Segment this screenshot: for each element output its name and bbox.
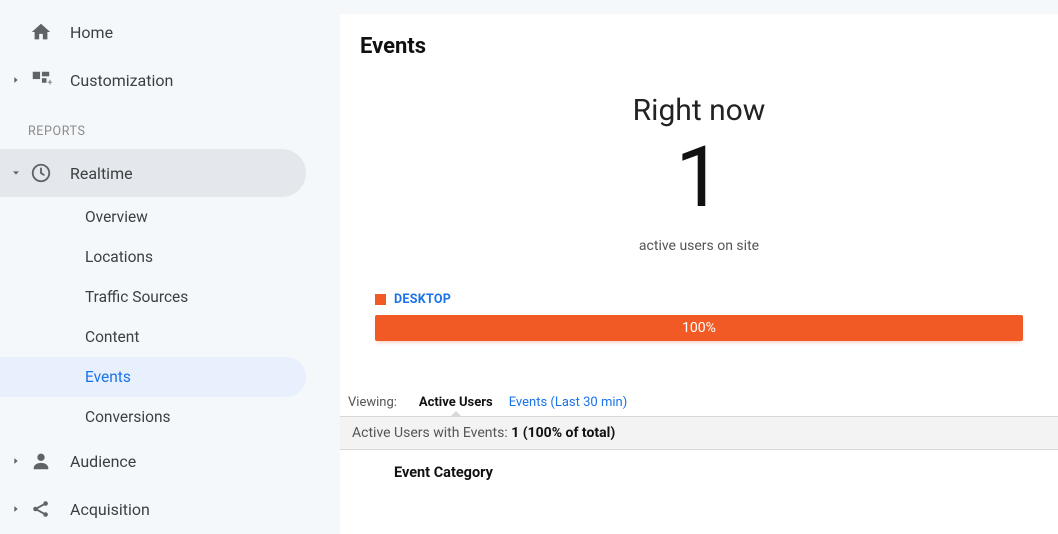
subnav-label: Conversions xyxy=(85,408,171,426)
active-user-subtext: active users on site xyxy=(340,238,1058,254)
nav-audience[interactable]: Audience xyxy=(0,437,340,485)
subnav-label: Locations xyxy=(85,248,153,266)
person-icon xyxy=(26,450,70,472)
tab-label: Active Users xyxy=(419,395,493,410)
subnav-conversions[interactable]: Conversions xyxy=(0,397,340,437)
nav-acquisition[interactable]: Acquisition xyxy=(0,485,340,533)
page-title: Events xyxy=(340,14,1058,59)
active-user-count: 1 xyxy=(340,136,1058,220)
subnav-label: Traffic Sources xyxy=(85,288,188,306)
tab-active-users[interactable]: Active Users xyxy=(411,395,501,416)
summary-prefix: Active Users with Events: xyxy=(352,425,511,441)
nav-customization-label: Customization xyxy=(70,71,340,90)
home-icon xyxy=(26,21,70,43)
chevron-right-icon xyxy=(6,75,26,85)
table-header-event-category: Event Category xyxy=(340,450,1058,489)
viewing-label: Viewing: xyxy=(348,395,397,416)
sidebar: Home + Customization REPORTS Realtime Ov… xyxy=(0,0,340,534)
chevron-right-icon xyxy=(6,504,26,514)
platform-bar-value: 100% xyxy=(682,320,716,336)
nav-acquisition-label: Acquisition xyxy=(70,500,340,519)
subnav-label: Overview xyxy=(85,208,148,226)
subnav-traffic-sources[interactable]: Traffic Sources xyxy=(0,277,340,317)
right-now-panel: Right now 1 active users on site xyxy=(340,93,1058,254)
nav-home[interactable]: Home xyxy=(0,8,340,56)
main-content: Events Right now 1 active users on site … xyxy=(340,14,1058,534)
svg-text:+: + xyxy=(47,79,52,89)
viewing-tabs: Viewing: Active Users Events (Last 30 mi… xyxy=(340,389,1058,417)
platform-legend: DESKTOP xyxy=(375,292,1023,307)
subnav-label: Events xyxy=(85,368,131,386)
subnav-events[interactable]: Events xyxy=(0,357,306,397)
share-icon xyxy=(26,498,70,520)
tab-label: Events (Last 30 min) xyxy=(509,395,628,410)
dashboard-icon: + xyxy=(26,69,70,91)
subnav-label: Content xyxy=(85,328,139,346)
right-now-label: Right now xyxy=(340,93,1058,128)
summary-value: 1 (100% of total) xyxy=(511,425,615,441)
chevron-right-icon xyxy=(6,456,26,466)
nav-home-label: Home xyxy=(70,23,340,42)
platform-swatch-icon xyxy=(375,294,386,305)
platform-breakdown: DESKTOP 100% xyxy=(375,292,1023,341)
summary-row: Active Users with Events: 1 (100% of tot… xyxy=(340,417,1058,450)
nav-audience-label: Audience xyxy=(70,452,340,471)
nav-realtime[interactable]: Realtime xyxy=(0,149,306,197)
subnav-content[interactable]: Content xyxy=(0,317,340,357)
chevron-down-icon xyxy=(6,168,26,178)
subnav-overview[interactable]: Overview xyxy=(0,197,340,237)
clock-icon xyxy=(26,162,70,184)
platform-name: DESKTOP xyxy=(394,292,451,307)
nav-realtime-label: Realtime xyxy=(70,164,306,183)
tab-events-last-30[interactable]: Events (Last 30 min) xyxy=(501,395,636,416)
reports-section-label: REPORTS xyxy=(0,104,340,149)
subnav-locations[interactable]: Locations xyxy=(0,237,340,277)
platform-bar: 100% xyxy=(375,315,1023,341)
nav-customization[interactable]: + Customization xyxy=(0,56,340,104)
